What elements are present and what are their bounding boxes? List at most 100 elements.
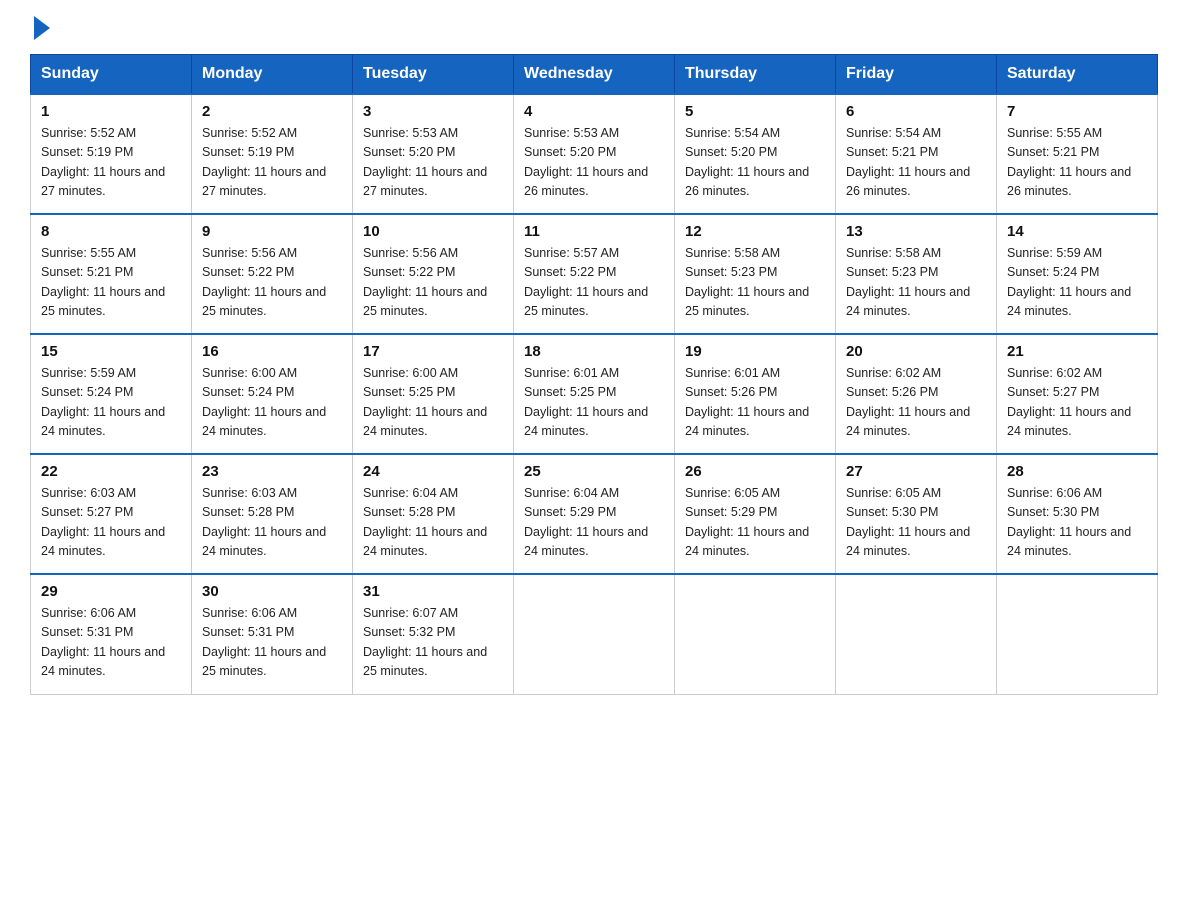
day-number: 10 bbox=[363, 223, 503, 240]
calendar-day-cell: 10 Sunrise: 5:56 AM Sunset: 5:22 PM Dayl… bbox=[353, 214, 514, 334]
day-info: Sunrise: 5:59 AM Sunset: 5:24 PM Dayligh… bbox=[1007, 244, 1147, 322]
day-number: 6 bbox=[846, 103, 986, 120]
calendar-day-cell bbox=[675, 574, 836, 694]
calendar-day-cell: 28 Sunrise: 6:06 AM Sunset: 5:30 PM Dayl… bbox=[997, 454, 1158, 574]
day-info: Sunrise: 6:05 AM Sunset: 5:29 PM Dayligh… bbox=[685, 484, 825, 562]
day-info: Sunrise: 5:53 AM Sunset: 5:20 PM Dayligh… bbox=[363, 124, 503, 202]
calendar-day-cell: 4 Sunrise: 5:53 AM Sunset: 5:20 PM Dayli… bbox=[514, 94, 675, 214]
calendar-week-row: 29 Sunrise: 6:06 AM Sunset: 5:31 PM Dayl… bbox=[31, 574, 1158, 694]
calendar-day-cell bbox=[997, 574, 1158, 694]
calendar-day-cell: 13 Sunrise: 5:58 AM Sunset: 5:23 PM Dayl… bbox=[836, 214, 997, 334]
day-info: Sunrise: 5:54 AM Sunset: 5:21 PM Dayligh… bbox=[846, 124, 986, 202]
day-number: 7 bbox=[1007, 103, 1147, 120]
page-header bbox=[30, 20, 1158, 34]
day-number: 25 bbox=[524, 463, 664, 480]
calendar-day-cell: 16 Sunrise: 6:00 AM Sunset: 5:24 PM Dayl… bbox=[192, 334, 353, 454]
day-number: 22 bbox=[41, 463, 181, 480]
day-info: Sunrise: 6:01 AM Sunset: 5:26 PM Dayligh… bbox=[685, 364, 825, 442]
day-number: 12 bbox=[685, 223, 825, 240]
col-header-saturday: Saturday bbox=[997, 55, 1158, 95]
day-info: Sunrise: 6:03 AM Sunset: 5:27 PM Dayligh… bbox=[41, 484, 181, 562]
day-number: 28 bbox=[1007, 463, 1147, 480]
calendar-day-cell: 7 Sunrise: 5:55 AM Sunset: 5:21 PM Dayli… bbox=[997, 94, 1158, 214]
day-number: 24 bbox=[363, 463, 503, 480]
day-number: 11 bbox=[524, 223, 664, 240]
calendar-day-cell: 22 Sunrise: 6:03 AM Sunset: 5:27 PM Dayl… bbox=[31, 454, 192, 574]
day-info: Sunrise: 5:55 AM Sunset: 5:21 PM Dayligh… bbox=[1007, 124, 1147, 202]
day-info: Sunrise: 5:52 AM Sunset: 5:19 PM Dayligh… bbox=[41, 124, 181, 202]
day-number: 20 bbox=[846, 343, 986, 360]
day-info: Sunrise: 6:00 AM Sunset: 5:25 PM Dayligh… bbox=[363, 364, 503, 442]
day-number: 4 bbox=[524, 103, 664, 120]
day-info: Sunrise: 5:52 AM Sunset: 5:19 PM Dayligh… bbox=[202, 124, 342, 202]
calendar-day-cell: 31 Sunrise: 6:07 AM Sunset: 5:32 PM Dayl… bbox=[353, 574, 514, 694]
day-info: Sunrise: 5:53 AM Sunset: 5:20 PM Dayligh… bbox=[524, 124, 664, 202]
day-number: 2 bbox=[202, 103, 342, 120]
calendar-day-cell: 23 Sunrise: 6:03 AM Sunset: 5:28 PM Dayl… bbox=[192, 454, 353, 574]
day-info: Sunrise: 6:00 AM Sunset: 5:24 PM Dayligh… bbox=[202, 364, 342, 442]
day-info: Sunrise: 6:05 AM Sunset: 5:30 PM Dayligh… bbox=[846, 484, 986, 562]
calendar-day-cell: 19 Sunrise: 6:01 AM Sunset: 5:26 PM Dayl… bbox=[675, 334, 836, 454]
calendar-day-cell: 18 Sunrise: 6:01 AM Sunset: 5:25 PM Dayl… bbox=[514, 334, 675, 454]
calendar-day-cell: 8 Sunrise: 5:55 AM Sunset: 5:21 PM Dayli… bbox=[31, 214, 192, 334]
calendar-day-cell: 30 Sunrise: 6:06 AM Sunset: 5:31 PM Dayl… bbox=[192, 574, 353, 694]
day-number: 21 bbox=[1007, 343, 1147, 360]
day-info: Sunrise: 5:59 AM Sunset: 5:24 PM Dayligh… bbox=[41, 364, 181, 442]
day-number: 9 bbox=[202, 223, 342, 240]
col-header-monday: Monday bbox=[192, 55, 353, 95]
day-number: 5 bbox=[685, 103, 825, 120]
day-number: 31 bbox=[363, 583, 503, 600]
day-number: 19 bbox=[685, 343, 825, 360]
day-number: 18 bbox=[524, 343, 664, 360]
calendar-day-cell: 26 Sunrise: 6:05 AM Sunset: 5:29 PM Dayl… bbox=[675, 454, 836, 574]
day-number: 13 bbox=[846, 223, 986, 240]
day-number: 3 bbox=[363, 103, 503, 120]
day-info: Sunrise: 6:04 AM Sunset: 5:28 PM Dayligh… bbox=[363, 484, 503, 562]
day-info: Sunrise: 5:58 AM Sunset: 5:23 PM Dayligh… bbox=[846, 244, 986, 322]
calendar-day-cell bbox=[514, 574, 675, 694]
calendar-day-cell: 1 Sunrise: 5:52 AM Sunset: 5:19 PM Dayli… bbox=[31, 94, 192, 214]
calendar-week-row: 1 Sunrise: 5:52 AM Sunset: 5:19 PM Dayli… bbox=[31, 94, 1158, 214]
day-info: Sunrise: 6:04 AM Sunset: 5:29 PM Dayligh… bbox=[524, 484, 664, 562]
calendar-day-cell bbox=[836, 574, 997, 694]
col-header-thursday: Thursday bbox=[675, 55, 836, 95]
calendar-day-cell: 21 Sunrise: 6:02 AM Sunset: 5:27 PM Dayl… bbox=[997, 334, 1158, 454]
calendar-day-cell: 25 Sunrise: 6:04 AM Sunset: 5:29 PM Dayl… bbox=[514, 454, 675, 574]
day-info: Sunrise: 6:06 AM Sunset: 5:31 PM Dayligh… bbox=[41, 604, 181, 682]
day-number: 29 bbox=[41, 583, 181, 600]
col-header-friday: Friday bbox=[836, 55, 997, 95]
day-number: 8 bbox=[41, 223, 181, 240]
day-number: 27 bbox=[846, 463, 986, 480]
day-info: Sunrise: 6:06 AM Sunset: 5:30 PM Dayligh… bbox=[1007, 484, 1147, 562]
day-info: Sunrise: 6:02 AM Sunset: 5:27 PM Dayligh… bbox=[1007, 364, 1147, 442]
day-info: Sunrise: 6:07 AM Sunset: 5:32 PM Dayligh… bbox=[363, 604, 503, 682]
col-header-sunday: Sunday bbox=[31, 55, 192, 95]
day-number: 14 bbox=[1007, 223, 1147, 240]
calendar-day-cell: 29 Sunrise: 6:06 AM Sunset: 5:31 PM Dayl… bbox=[31, 574, 192, 694]
calendar-day-cell: 12 Sunrise: 5:58 AM Sunset: 5:23 PM Dayl… bbox=[675, 214, 836, 334]
calendar-day-cell: 27 Sunrise: 6:05 AM Sunset: 5:30 PM Dayl… bbox=[836, 454, 997, 574]
day-info: Sunrise: 5:57 AM Sunset: 5:22 PM Dayligh… bbox=[524, 244, 664, 322]
day-info: Sunrise: 5:55 AM Sunset: 5:21 PM Dayligh… bbox=[41, 244, 181, 322]
calendar-day-cell: 17 Sunrise: 6:00 AM Sunset: 5:25 PM Dayl… bbox=[353, 334, 514, 454]
day-info: Sunrise: 5:54 AM Sunset: 5:20 PM Dayligh… bbox=[685, 124, 825, 202]
calendar-day-cell: 3 Sunrise: 5:53 AM Sunset: 5:20 PM Dayli… bbox=[353, 94, 514, 214]
calendar-day-cell: 15 Sunrise: 5:59 AM Sunset: 5:24 PM Dayl… bbox=[31, 334, 192, 454]
day-info: Sunrise: 5:56 AM Sunset: 5:22 PM Dayligh… bbox=[202, 244, 342, 322]
day-number: 15 bbox=[41, 343, 181, 360]
calendar-table: SundayMondayTuesdayWednesdayThursdayFrid… bbox=[30, 54, 1158, 695]
calendar-day-cell: 2 Sunrise: 5:52 AM Sunset: 5:19 PM Dayli… bbox=[192, 94, 353, 214]
calendar-week-row: 8 Sunrise: 5:55 AM Sunset: 5:21 PM Dayli… bbox=[31, 214, 1158, 334]
day-number: 26 bbox=[685, 463, 825, 480]
day-number: 30 bbox=[202, 583, 342, 600]
logo-arrow-icon bbox=[34, 16, 50, 40]
calendar-day-cell: 11 Sunrise: 5:57 AM Sunset: 5:22 PM Dayl… bbox=[514, 214, 675, 334]
col-header-wednesday: Wednesday bbox=[514, 55, 675, 95]
logo bbox=[30, 20, 50, 34]
day-number: 1 bbox=[41, 103, 181, 120]
day-info: Sunrise: 5:58 AM Sunset: 5:23 PM Dayligh… bbox=[685, 244, 825, 322]
day-info: Sunrise: 5:56 AM Sunset: 5:22 PM Dayligh… bbox=[363, 244, 503, 322]
calendar-day-cell: 14 Sunrise: 5:59 AM Sunset: 5:24 PM Dayl… bbox=[997, 214, 1158, 334]
day-info: Sunrise: 6:02 AM Sunset: 5:26 PM Dayligh… bbox=[846, 364, 986, 442]
day-info: Sunrise: 6:06 AM Sunset: 5:31 PM Dayligh… bbox=[202, 604, 342, 682]
